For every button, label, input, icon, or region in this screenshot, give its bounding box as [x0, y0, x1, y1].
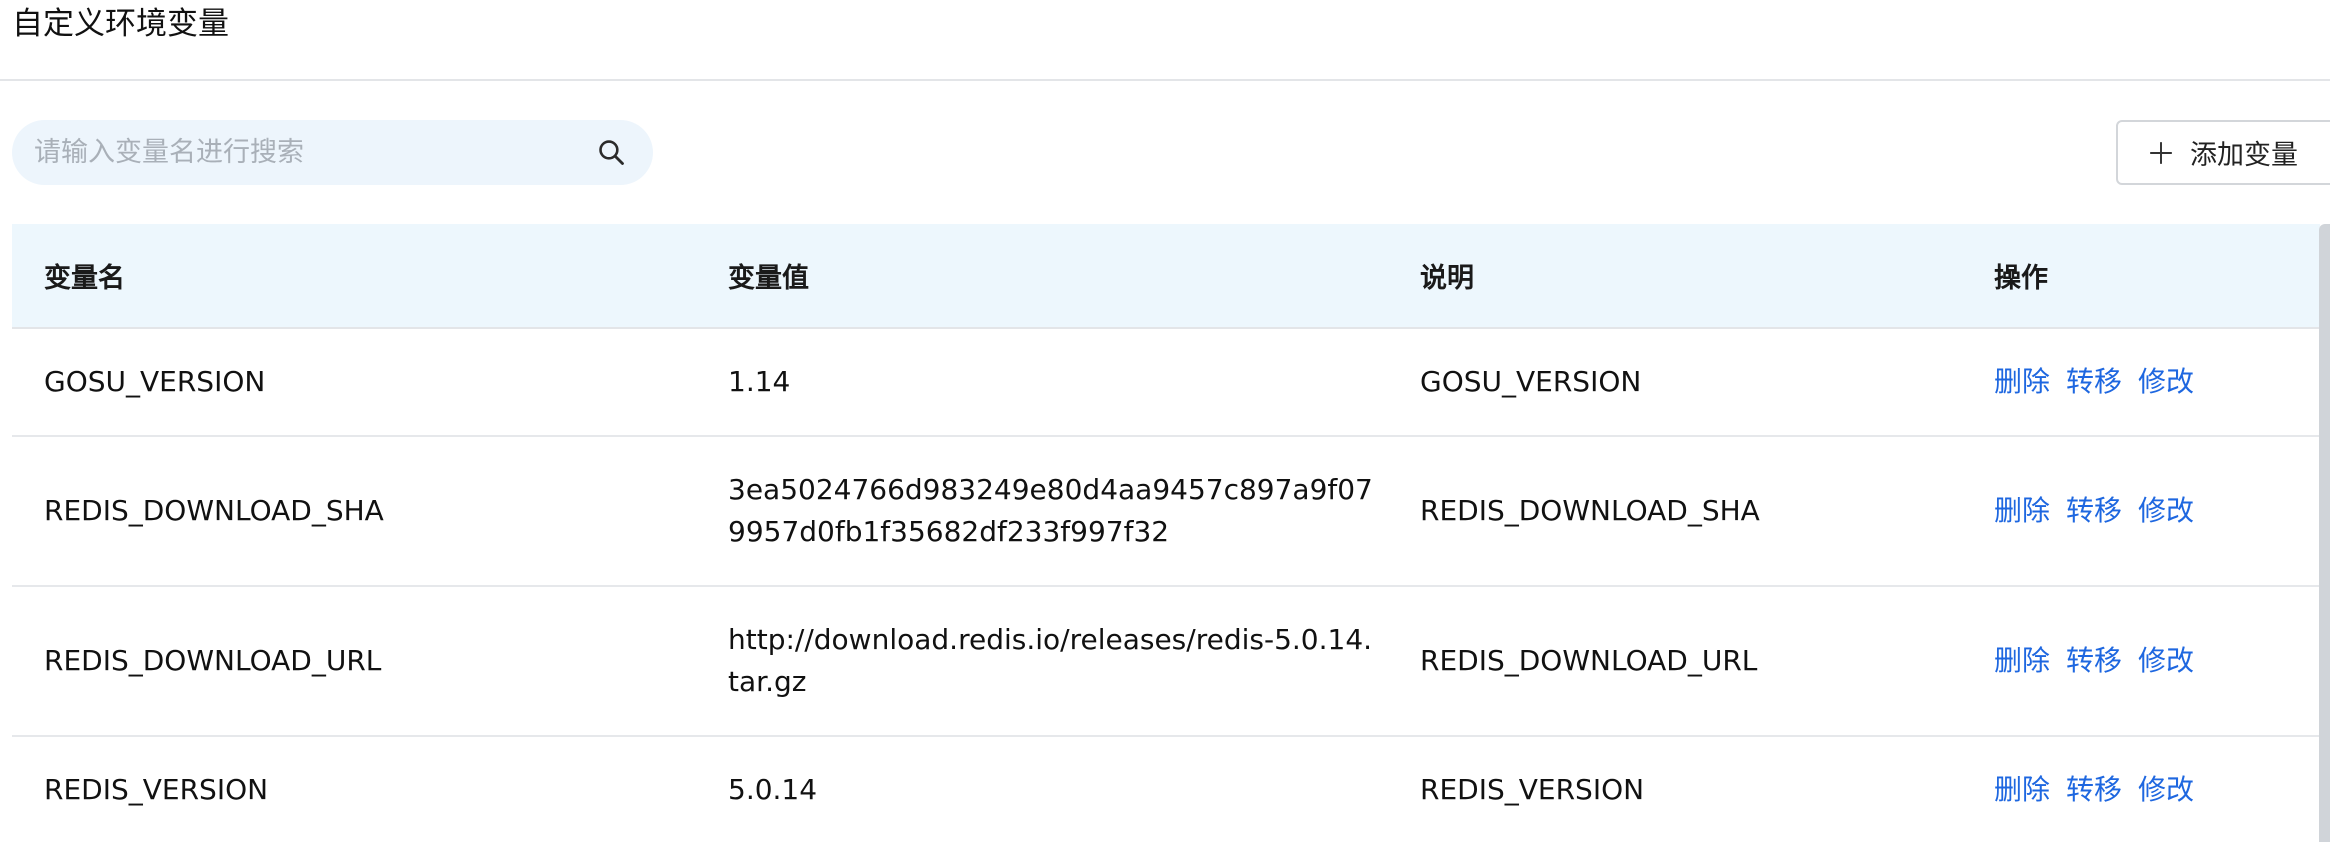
add-variable-button[interactable]: 添加变量 [2116, 120, 2330, 185]
variable-description: REDIS_DOWNLOAD_URL [1420, 644, 1758, 677]
variable-value: 5.0.14 [728, 773, 818, 806]
delete-link[interactable]: 删除 [1994, 490, 2050, 532]
column-header-name: 变量名 [44, 263, 125, 294]
transfer-link[interactable]: 转移 [2066, 769, 2122, 811]
delete-link[interactable]: 删除 [1994, 640, 2050, 682]
search-icon[interactable] [596, 137, 627, 168]
variable-name: GOSU_VERSION [44, 365, 266, 398]
page: 自定义环境变量 添加变量 变量名 变量值 说明 操作 GOSU_VERSION … [0, 0, 2330, 842]
table-row: REDIS_DOWNLOAD_URL http://download.redis… [12, 587, 2320, 737]
variable-name: REDIS_DOWNLOAD_SHA [44, 494, 384, 527]
column-header-actions: 操作 [1994, 263, 2048, 294]
row-actions: 删除 转移 修改 [1978, 361, 2320, 403]
variable-description: REDIS_DOWNLOAD_SHA [1420, 494, 1760, 527]
add-variable-label: 添加变量 [2190, 140, 2298, 171]
search-box [12, 120, 653, 185]
plus-icon [2150, 141, 2172, 164]
edit-link[interactable]: 修改 [2138, 769, 2194, 811]
variable-value: 1.14 [728, 365, 791, 398]
row-actions: 删除 转移 修改 [1978, 640, 2320, 682]
table-header: 变量名 变量值 说明 操作 [12, 224, 2320, 329]
delete-link[interactable]: 删除 [1994, 769, 2050, 811]
variable-description: GOSU_VERSION [1420, 365, 1642, 398]
edit-link[interactable]: 修改 [2138, 490, 2194, 532]
column-header-value: 变量值 [728, 263, 809, 294]
edit-link[interactable]: 修改 [2138, 361, 2194, 403]
delete-link[interactable]: 删除 [1994, 361, 2050, 403]
search-input[interactable] [34, 120, 574, 185]
variable-name: REDIS_DOWNLOAD_URL [44, 644, 382, 677]
transfer-link[interactable]: 转移 [2066, 490, 2122, 532]
table-row: REDIS_DOWNLOAD_SHA 3ea5024766d983249e80d… [12, 437, 2320, 587]
table-scrollbar[interactable] [2319, 224, 2330, 842]
variable-description: REDIS_VERSION [1420, 773, 1645, 806]
table-row: GOSU_VERSION 1.14 GOSU_VERSION 删除 转移 修改 [12, 329, 2320, 437]
variable-value: 3ea5024766d983249e80d4aa9457c897a9f07995… [728, 473, 1373, 548]
transfer-link[interactable]: 转移 [2066, 640, 2122, 682]
edit-link[interactable]: 修改 [2138, 640, 2194, 682]
column-header-description: 说明 [1420, 263, 1474, 294]
title-divider [0, 79, 2330, 81]
transfer-link[interactable]: 转移 [2066, 361, 2122, 403]
row-actions: 删除 转移 修改 [1978, 490, 2320, 532]
env-var-table: 变量名 变量值 说明 操作 GOSU_VERSION 1.14 GOSU_VER… [12, 224, 2320, 842]
variable-name: REDIS_VERSION [44, 773, 269, 806]
row-actions: 删除 转移 修改 [1978, 769, 2320, 811]
page-title: 自定义环境变量 [12, 6, 229, 42]
variable-value: http://download.redis.io/releases/redis-… [728, 623, 1373, 698]
table-row: REDIS_VERSION 5.0.14 REDIS_VERSION 删除 转移… [12, 737, 2320, 842]
